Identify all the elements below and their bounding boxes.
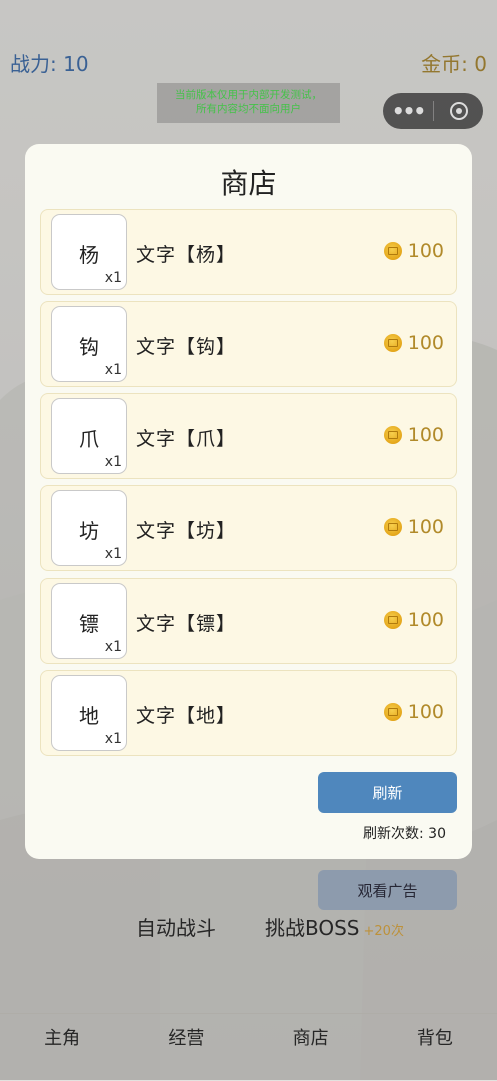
item-qty: x1 (104, 454, 122, 470)
price-value: 100 (407, 609, 444, 631)
item-glyph: 爪 (79, 427, 99, 451)
coin-icon (383, 611, 402, 629)
shop-item[interactable]: 地 x1 文字【地】 100 (40, 670, 457, 756)
shop-title: 商店 (220, 167, 277, 200)
item-card: 镖 x1 (51, 583, 127, 659)
shop-modal: 商店 杨 x1 文字【杨】 100 钩 x1 文字【钩】 100 爪 x1 文字… (25, 144, 472, 859)
item-name: 文字【镖】 (136, 613, 237, 635)
shop-item[interactable]: 杨 x1 文字【杨】 100 (40, 209, 457, 295)
item-card: 地 x1 (51, 675, 127, 751)
item-price[interactable]: 100 (383, 424, 444, 446)
price-value: 100 (407, 332, 444, 354)
item-name: 文字【钩】 (136, 336, 237, 358)
refresh-count: 刷新次数: 30 (363, 826, 446, 842)
item-name: 文字【坊】 (136, 520, 237, 542)
item-card: 坊 x1 (51, 490, 127, 566)
shop-item[interactable]: 爪 x1 文字【爪】 100 (40, 393, 457, 479)
item-price[interactable]: 100 (383, 516, 444, 538)
price-value: 100 (407, 424, 444, 446)
price-value: 100 (407, 516, 444, 538)
item-qty: x1 (104, 639, 122, 655)
item-qty: x1 (104, 270, 122, 286)
item-glyph: 坊 (79, 519, 99, 543)
item-glyph: 镖 (79, 612, 99, 636)
shop-item[interactable]: 镖 x1 文字【镖】 100 (40, 578, 457, 664)
item-card: 钩 x1 (51, 306, 127, 382)
coin-icon (383, 426, 402, 444)
item-glyph: 地 (79, 704, 99, 728)
price-value: 100 (407, 240, 444, 262)
price-value: 100 (407, 701, 444, 723)
item-name: 文字【杨】 (136, 244, 237, 266)
shop-item[interactable]: 坊 x1 文字【坊】 100 (40, 485, 457, 571)
refresh-button[interactable]: 刷新 (318, 772, 457, 813)
item-card: 杨 x1 (51, 214, 127, 290)
item-glyph: 钩 (79, 335, 99, 359)
item-price[interactable]: 100 (383, 609, 444, 631)
item-price[interactable]: 100 (383, 701, 444, 723)
shop-item[interactable]: 钩 x1 文字【钩】 100 (40, 301, 457, 387)
coin-icon (383, 518, 402, 536)
coin-icon (383, 334, 402, 352)
coin-icon (383, 242, 402, 260)
item-name: 文字【地】 (136, 705, 237, 727)
coin-icon (383, 703, 402, 721)
item-qty: x1 (104, 362, 122, 378)
item-glyph: 杨 (79, 243, 99, 267)
item-qty: x1 (104, 546, 122, 562)
item-price[interactable]: 100 (383, 240, 444, 262)
item-price[interactable]: 100 (383, 332, 444, 354)
item-qty: x1 (104, 731, 122, 747)
item-card: 爪 x1 (51, 398, 127, 474)
item-name: 文字【爪】 (136, 428, 237, 450)
